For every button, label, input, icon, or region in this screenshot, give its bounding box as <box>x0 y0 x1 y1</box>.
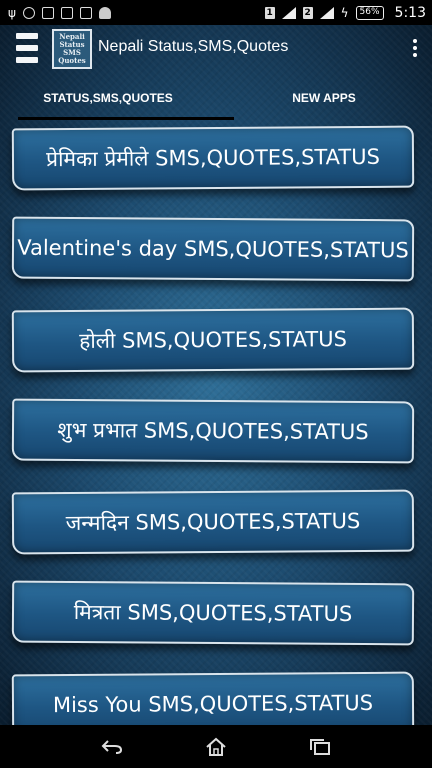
list-item-miss-you[interactable]: Miss You SMS,QUOTES,STATUS <box>11 671 415 725</box>
battery-indicator: 56% <box>355 5 384 20</box>
image-notification-icon <box>60 6 73 19</box>
recents-icon[interactable] <box>308 736 332 758</box>
android-icon <box>98 6 111 19</box>
menu-icon[interactable] <box>16 33 38 63</box>
checkbox-notification-icon <box>41 6 54 19</box>
tab-status-sms-quotes[interactable]: STATUS,SMS,QUOTES <box>0 83 216 121</box>
media-notification-icon <box>79 6 92 19</box>
list-item-birthday[interactable]: जन्मदिन SMS,QUOTES,STATUS <box>11 489 415 555</box>
list-item-premika[interactable]: प्रेमिका प्रेमीले SMS,QUOTES,STATUS <box>11 125 415 191</box>
tab-bar: STATUS,SMS,QUOTES NEW APPS <box>0 83 432 121</box>
list-item-valentines[interactable]: Valentine's day SMS,QUOTES,STATUS <box>11 216 415 282</box>
app-title: Nepali Status,SMS,Quotes <box>98 38 289 55</box>
app-logo: Nepali Status SMS Quotes <box>52 29 92 69</box>
clock: 5:13 <box>394 4 426 21</box>
list-item-holi[interactable]: होली SMS,QUOTES,STATUS <box>11 307 415 373</box>
sim1-badge: 1 <box>264 6 275 19</box>
list-item-friendship[interactable]: मित्रता SMS,QUOTES,STATUS <box>11 580 415 646</box>
signal-icon-2 <box>319 6 334 19</box>
tab-new-apps[interactable]: NEW APPS <box>216 83 432 121</box>
app-logo-text: Nepali Status SMS Quotes <box>58 32 86 65</box>
whatsapp-icon <box>22 6 35 19</box>
list-item-good-morning[interactable]: शुभ प्रभात SMS,QUOTES,STATUS <box>11 398 415 464</box>
main-area: Nepali Status SMS Quotes Nepali Status,S… <box>0 25 432 725</box>
home-icon[interactable] <box>204 736 228 758</box>
status-icons-right: 1 2 ϟ 56% 5:13 <box>264 4 426 21</box>
back-icon[interactable] <box>100 736 124 758</box>
usb-icon: ψ <box>8 5 16 20</box>
app-toolbar: Nepali Status SMS Quotes Nepali Status,S… <box>0 25 432 75</box>
signal-icon <box>281 6 296 19</box>
navigation-bar <box>0 725 432 768</box>
status-bar: ψ 1 2 ϟ 56% 5:13 <box>0 0 432 25</box>
tab-indicator <box>18 117 234 120</box>
overflow-menu-icon[interactable] <box>412 39 418 57</box>
charging-icon: ϟ <box>340 5 349 20</box>
sim2-badge: 2 <box>302 6 313 19</box>
status-icons-left: ψ <box>8 6 111 20</box>
